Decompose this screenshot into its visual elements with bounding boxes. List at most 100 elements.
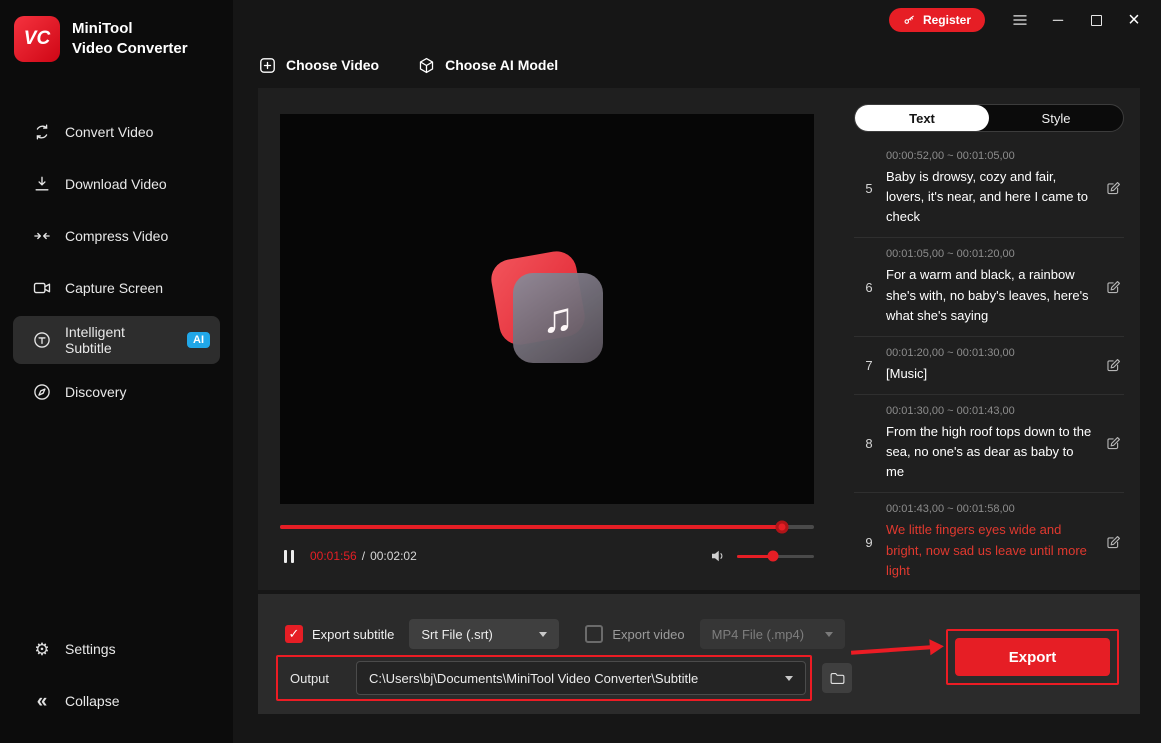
download-icon: [32, 174, 52, 194]
minimize-button[interactable]: [1047, 9, 1069, 31]
subtitle-timecode: 00:01:43,00 ~ 00:01:58,00: [886, 503, 1015, 516]
maximize-icon: [1090, 14, 1102, 26]
output-row: Output C:\Users\bj\Documents\MiniTool Vi…: [290, 661, 853, 695]
chevron-down-icon: [539, 631, 548, 637]
sidebar-item-label: Collapse: [65, 693, 120, 709]
subtitle-list: 5 00:00:52,00 ~ 00:01:05,00 Baby is drow…: [854, 140, 1124, 590]
pencil-icon: [1107, 437, 1121, 450]
gear-icon: ⚙: [34, 639, 50, 659]
sidebar-item-discovery[interactable]: Discovery: [13, 368, 220, 416]
seek-bar[interactable]: [280, 520, 814, 534]
chevron-down-icon: [824, 631, 833, 637]
subtitle-tabs: Text Style: [854, 104, 1124, 132]
sidebar-nav: Convert Video Download Video Compress Vi…: [0, 108, 233, 416]
current-time: 00:01:56: [310, 549, 357, 563]
pencil-icon: [1107, 358, 1121, 372]
time-separator: /: [361, 549, 366, 563]
app-logo: VC MiniTool Video Converter: [0, 0, 233, 62]
export-button[interactable]: Export: [955, 638, 1110, 676]
subtitle-text: Baby is drowsy, cozy and fair, lovers, i…: [886, 169, 1088, 225]
subtitle-format-dropdown[interactable]: Srt File (.srt): [409, 619, 560, 649]
minimize-icon: [1050, 12, 1066, 28]
sidebar-item-intelligent-subtitle[interactable]: Intelligent Subtitle AI: [13, 316, 220, 364]
titlebar: Register ×: [233, 0, 1161, 40]
subtitle-text: We little fingers eyes wide and bright, …: [886, 522, 1087, 578]
sidebar-item-label: Intelligent Subtitle: [65, 324, 125, 356]
subtitle-index: 9: [865, 534, 873, 550]
subtitle-text: For a warm and black, a rainbow she's wi…: [886, 267, 1089, 323]
subtitle-timecode: 00:01:05,00 ~ 00:01:20,00: [886, 248, 1015, 261]
seek-fill: [280, 525, 782, 529]
speaker-icon[interactable]: [709, 547, 727, 565]
main-panel: ♫ 00:01:56 / 00:02:02 Text Style 5 00:00…: [258, 88, 1140, 590]
pencil-icon: [1107, 280, 1121, 293]
player-controls: 00:01:56 / 00:02:02: [280, 543, 814, 569]
output-label: Output: [290, 670, 330, 686]
register-button[interactable]: Register: [888, 8, 985, 32]
app-title: MiniTool Video Converter: [72, 19, 188, 60]
sidebar-item-collapse[interactable]: « Collapse: [13, 677, 220, 725]
menu-button[interactable]: [1009, 9, 1031, 31]
export-subtitle-checkbox[interactable]: ✓: [285, 625, 303, 643]
edit-subtitle-button[interactable]: [1103, 355, 1124, 376]
artwork-front-card: ♫: [513, 273, 603, 363]
output-path-dropdown[interactable]: C:\Users\bj\Documents\MiniTool Video Con…: [356, 661, 807, 695]
choose-ai-model-button[interactable]: Choose AI Model: [417, 56, 558, 75]
app-title-line1: MiniTool: [72, 19, 133, 37]
audio-artwork: ♫: [488, 248, 605, 365]
subtitle-row[interactable]: 5 00:00:52,00 ~ 00:01:05,00 Baby is drow…: [854, 140, 1124, 239]
subtitle-text: [Music]: [886, 365, 928, 381]
video-format-value: MP4 File (.mp4): [711, 626, 805, 642]
edit-subtitle-button[interactable]: [1103, 277, 1124, 298]
edit-subtitle-button[interactable]: [1103, 178, 1124, 199]
convert-icon: [32, 122, 52, 142]
sidebar-item-capture-screen[interactable]: Capture Screen: [13, 264, 220, 312]
subtitle-index: 8: [865, 436, 873, 452]
sidebar-item-compress-video[interactable]: Compress Video: [13, 212, 220, 260]
subtitle-row-active[interactable]: 9 00:01:43,00 ~ 00:01:58,00 We little fi…: [854, 493, 1124, 590]
subtitle-index: 5: [865, 181, 873, 197]
sidebar-footer: ⚙ Settings « Collapse: [13, 625, 220, 725]
export-bar: ✓ Export subtitle Srt File (.srt) Export…: [258, 594, 1140, 714]
subtitle-text: From the high roof tops down to the sea,…: [886, 423, 1092, 480]
camera-icon: [32, 278, 52, 298]
tab-style[interactable]: Style: [989, 105, 1123, 131]
sidebar-item-settings[interactable]: ⚙ Settings: [13, 625, 220, 673]
subtitle-row[interactable]: 6 00:01:05,00 ~ 00:01:20,00 For a warm a…: [854, 238, 1124, 337]
export-video-checkbox[interactable]: [585, 625, 604, 643]
time-display: 00:01:56 / 00:02:02: [310, 549, 417, 563]
subtitle-row[interactable]: 8 00:01:30,00 ~ 00:01:43,00 From the hig…: [854, 395, 1124, 494]
subtitle-timecode: 00:01:20,00 ~ 00:01:30,00: [886, 346, 1015, 359]
total-duration: 00:02:02: [370, 549, 417, 563]
volume-knob[interactable]: [767, 550, 779, 562]
pause-button[interactable]: [280, 546, 298, 567]
edit-subtitle-button[interactable]: [1103, 532, 1124, 553]
cube-icon: [417, 56, 436, 75]
sidebar-item-convert-video[interactable]: Convert Video: [13, 108, 220, 156]
volume-controls: [709, 547, 814, 565]
choose-video-button[interactable]: Choose Video: [258, 56, 379, 75]
close-button[interactable]: ×: [1123, 9, 1145, 31]
app-logo-icon: VC: [14, 16, 60, 62]
pencil-icon: [1107, 535, 1121, 548]
sidebar-item-download-video[interactable]: Download Video: [13, 160, 220, 208]
subtitle-row[interactable]: 7 00:01:20,00 ~ 00:01:30,00 [Music]: [854, 337, 1124, 395]
seek-knob[interactable]: [775, 520, 789, 534]
sidebar: VC MiniTool Video Converter Convert Vide…: [0, 0, 233, 743]
maximize-button[interactable]: [1085, 9, 1107, 31]
video-format-dropdown[interactable]: MP4 File (.mp4): [699, 619, 845, 649]
player-pane: ♫ 00:01:56 / 00:02:02: [258, 88, 848, 590]
sidebar-item-label: Discovery: [65, 384, 127, 400]
edit-subtitle-button[interactable]: [1103, 433, 1124, 454]
sidebar-item-label: Convert Video: [65, 124, 154, 140]
tab-text[interactable]: Text: [855, 105, 989, 131]
subtitle-panel: Text Style 5 00:00:52,00 ~ 00:01:05,00 B…: [848, 88, 1140, 590]
subtitle-format-value: Srt File (.srt): [421, 626, 493, 642]
pencil-icon: [1107, 182, 1121, 195]
browse-folder-button[interactable]: [822, 663, 853, 693]
subtitle-timecode: 00:01:30,00 ~ 00:01:43,00: [886, 404, 1015, 417]
export-subtitle-label: Export subtitle: [312, 626, 395, 642]
export-options-row: ✓ Export subtitle Srt File (.srt) Export…: [285, 619, 845, 649]
app-window: VC MiniTool Video Converter Convert Vide…: [0, 0, 1161, 743]
volume-slider[interactable]: [737, 550, 814, 562]
